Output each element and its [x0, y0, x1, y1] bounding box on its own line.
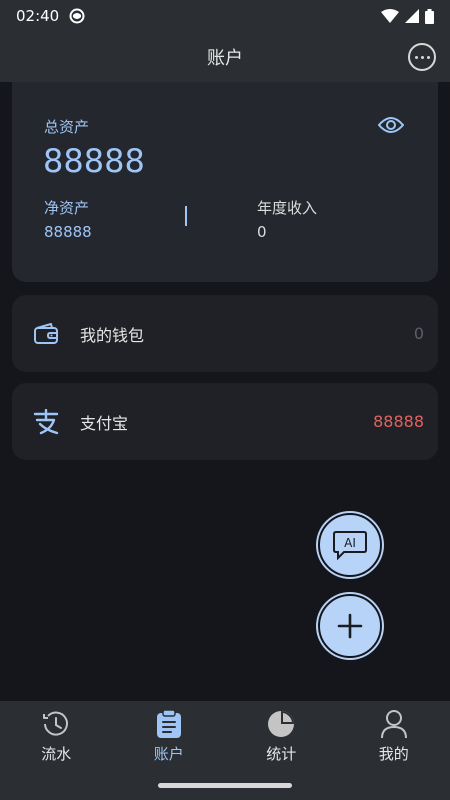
battery-icon	[425, 8, 434, 24]
page-title: 账户	[207, 48, 243, 69]
divider	[185, 206, 187, 226]
clipboard-icon	[153, 709, 185, 739]
bottom-navigation: 流水 账户 统计 我的	[0, 701, 450, 770]
pie-chart-icon	[265, 709, 297, 739]
gesture-handle[interactable]	[158, 783, 292, 788]
nav-label: 账户	[153, 745, 184, 763]
account-name: 我的钱包	[80, 325, 145, 345]
nav-label: 流水	[41, 745, 72, 763]
eye-icon[interactable]	[378, 116, 404, 134]
top-app-bar: 账户	[0, 32, 450, 82]
account-row-wallet[interactable]: 我的钱包 0	[12, 295, 438, 372]
more-horizontal-icon[interactable]	[408, 43, 436, 71]
clock-icon	[40, 709, 72, 739]
nav-label: 我的	[378, 745, 409, 763]
nav-item-statistics[interactable]: 统计	[225, 701, 338, 770]
account-amount: 88888	[373, 412, 424, 431]
alipay-icon	[32, 408, 60, 436]
total-assets-label: 总资产	[44, 118, 90, 136]
net-assets-value: 88888	[44, 223, 92, 241]
annual-income-value: 0	[257, 223, 267, 241]
net-assets-label: 净资产	[44, 199, 90, 217]
nav-item-flow[interactable]: 流水	[0, 701, 113, 770]
wifi-icon	[381, 9, 399, 23]
wallet-icon	[32, 320, 60, 348]
nav-label: 统计	[266, 745, 297, 763]
app-notification-icon	[69, 8, 85, 24]
gesture-area	[0, 770, 450, 800]
nav-item-me[interactable]: 我的	[338, 701, 450, 770]
user-icon	[378, 709, 410, 739]
ai-label: AI	[344, 536, 356, 550]
nav-item-accounts[interactable]: 账户	[113, 701, 226, 770]
account-name: 支付宝	[80, 413, 129, 433]
account-amount: 0	[413, 324, 424, 343]
account-row-alipay[interactable]: 支付宝 88888	[12, 383, 438, 460]
signal-icon	[405, 9, 419, 23]
status-time: 02:40	[16, 7, 60, 25]
add-record-button[interactable]	[318, 594, 382, 658]
total-assets-value: 88888	[43, 142, 145, 180]
ai-assistant-button[interactable]: AI	[318, 513, 382, 577]
status-bar: 02:40	[0, 0, 450, 32]
annual-income-label: 年度收入	[257, 199, 318, 217]
plus-icon	[337, 613, 363, 639]
ai-chat-icon: AI	[333, 531, 367, 560]
asset-summary-card: 总资产 88888 净资产 88888 年度收入 0	[12, 82, 438, 282]
